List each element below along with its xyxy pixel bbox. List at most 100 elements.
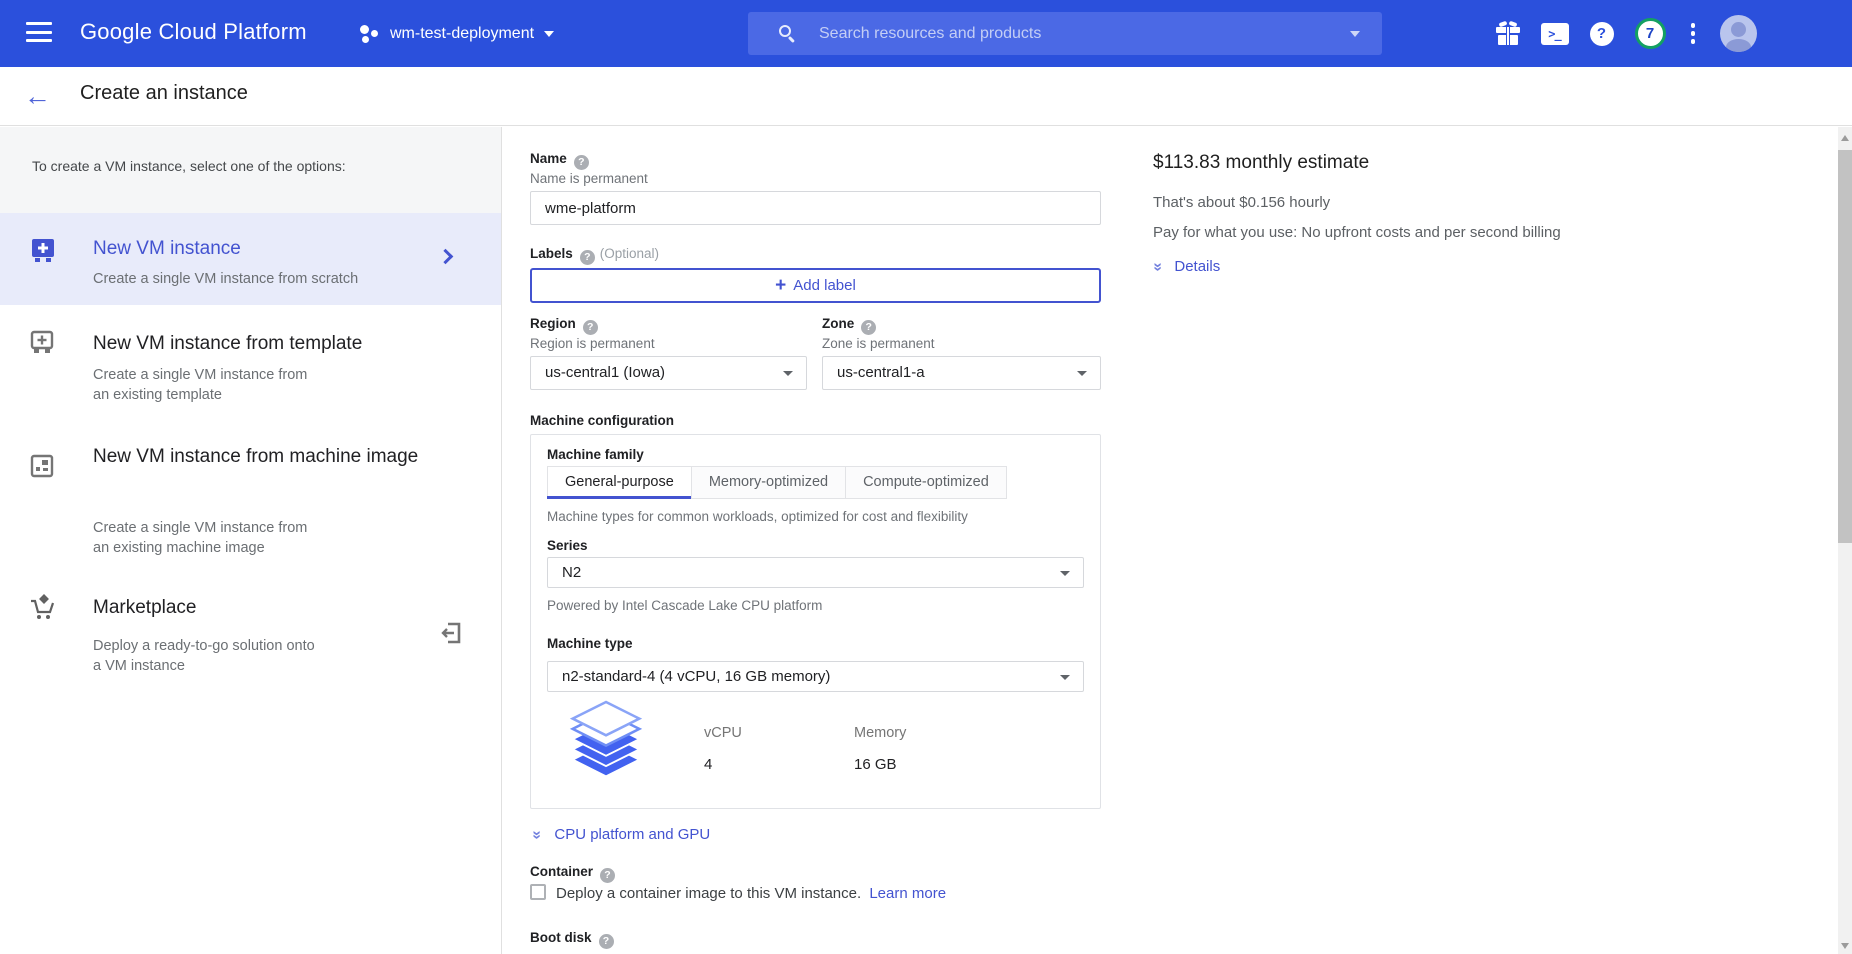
more-vert-icon[interactable] — [1687, 19, 1700, 48]
details-link: Details — [1174, 258, 1220, 275]
expand-chevron-icon: » — [527, 831, 545, 840]
zone-hint: Zone is permanent — [822, 336, 935, 351]
container-checkbox-text: Deploy a container image to this VM inst… — [556, 885, 861, 902]
help-icon[interactable]: ? — [861, 320, 876, 335]
dropdown-caret — [1077, 371, 1087, 376]
machine-type-value: n2-standard-4 (4 vCPU, 16 GB memory) — [562, 668, 830, 685]
machine-type-select[interactable]: n2-standard-4 (4 vCPU, 16 GB memory) — [547, 661, 1084, 692]
help-icon[interactable]: ? — [599, 934, 614, 949]
machine-configuration-card: Machine family General-purpose Memory-op… — [530, 434, 1101, 809]
vm-template-icon — [29, 329, 55, 356]
sidebar-item-title: New VM instance from template — [93, 329, 362, 359]
machine-type-label: Machine type — [547, 636, 633, 651]
sidebar-item-title: New VM instance from machine image — [93, 442, 463, 472]
help-icon[interactable]: ? — [574, 155, 589, 170]
add-label-button[interactable]: + Add label — [530, 268, 1101, 303]
sidebar-item-subtitle: Deploy a ready-to-go solution onto a VM … — [93, 636, 315, 676]
help-icon[interactable]: ? — [583, 320, 598, 335]
name-label: Name — [530, 151, 567, 166]
avatar[interactable] — [1720, 15, 1757, 52]
layers-icon — [565, 699, 647, 787]
search-icon — [779, 25, 797, 43]
container-label-row: Container? — [530, 863, 615, 883]
sidebar-intro: To create a VM instance, select one of t… — [0, 127, 501, 213]
chevron-down-icon — [544, 31, 554, 37]
dropdown-caret — [783, 371, 793, 376]
marketplace-cart-icon — [27, 593, 57, 623]
plus-icon: + — [775, 275, 786, 296]
expand-chevron-icon: » — [1148, 263, 1166, 272]
labels-label-row: Labels? (Optional) — [530, 245, 659, 265]
dropdown-caret — [1060, 571, 1070, 576]
container-text-row: Deploy a container image to this VM inst… — [556, 885, 946, 902]
top-bar: Google Cloud Platform wm-test-deployment… — [0, 0, 1852, 67]
page-header: ← Create an instance — [0, 67, 1852, 126]
sidebar-item-new-vm-from-machine-image[interactable]: New VM instance from machine image Creat… — [0, 425, 501, 580]
sidebar-item-new-vm-instance[interactable]: New VM instance Create a single VM insta… — [0, 213, 501, 305]
help-icon[interactable]: ? — [1590, 22, 1614, 46]
zone-select[interactable]: us-central1-a — [822, 356, 1101, 390]
region-label: Region — [530, 316, 576, 331]
project-selector[interactable]: wm-test-deployment — [358, 16, 554, 52]
sidebar-item-title: Marketplace — [93, 593, 197, 623]
name-input[interactable] — [530, 191, 1101, 225]
scrollbar-down-arrow[interactable] — [1841, 943, 1849, 949]
machine-family-tabs: General-purpose Memory-optimized Compute… — [547, 466, 1007, 499]
memory-value: 16 GB — [854, 756, 897, 773]
estimate-billing-note: Pay for what you use: No upfront costs a… — [1153, 224, 1561, 241]
estimate-hourly: That's about $0.156 hourly — [1153, 194, 1330, 211]
sidebar-item-subtitle: Create a single VM instance from an exis… — [93, 518, 307, 558]
scrollbar[interactable] — [1838, 127, 1852, 954]
project-icon — [358, 23, 380, 45]
name-hint: Name is permanent — [530, 171, 648, 186]
learn-more-link[interactable]: Learn more — [869, 885, 946, 902]
search-dropdown-caret[interactable] — [1350, 31, 1360, 37]
cloud-shell-icon[interactable]: >_ — [1541, 23, 1569, 45]
zone-label: Zone — [822, 316, 854, 331]
search-input[interactable] — [819, 25, 1340, 43]
tab-compute-optimized[interactable]: Compute-optimized — [845, 466, 1007, 499]
labels-label: Labels — [530, 246, 573, 261]
dropdown-caret — [1060, 675, 1070, 680]
page-title: Create an instance — [80, 82, 248, 105]
memory-label: Memory — [854, 725, 906, 741]
gcp-logo[interactable]: Google Cloud Platform — [80, 19, 307, 45]
name-label-row: Name? — [530, 150, 589, 170]
help-icon[interactable]: ? — [600, 868, 615, 883]
sidebar-item-marketplace[interactable]: Marketplace Deploy a ready-to-go solutio… — [0, 580, 501, 700]
sidebar-item-title: New VM instance — [93, 234, 241, 264]
region-select[interactable]: us-central1 (Iowa) — [530, 356, 807, 390]
sidebar-intro-text: To create a VM instance, select one of t… — [32, 158, 346, 174]
sidebar-item-subtitle: Create a single VM instance from scratch — [93, 269, 358, 289]
series-select[interactable]: N2 — [547, 557, 1084, 588]
add-label-text: Add label — [793, 277, 856, 294]
machine-configuration-title: Machine configuration — [530, 413, 674, 428]
vcpu-label: vCPU — [704, 725, 742, 741]
scrollbar-thumb[interactable] — [1838, 150, 1852, 543]
tab-memory-optimized[interactable]: Memory-optimized — [691, 466, 846, 499]
back-arrow[interactable]: ← — [24, 79, 51, 113]
notification-badge[interactable]: 7 — [1635, 18, 1666, 49]
series-label: Series — [547, 538, 588, 553]
cpu-gpu-expander[interactable]: » CPU platform and GPU — [532, 826, 710, 844]
zone-label-row: Zone? — [822, 315, 876, 335]
sidebar-item-new-vm-from-template[interactable]: New VM instance from template Create a s… — [0, 305, 501, 425]
menu-icon[interactable] — [26, 22, 52, 44]
machine-image-icon — [29, 453, 55, 479]
help-icon[interactable]: ? — [580, 250, 595, 265]
machine-family-label: Machine family — [547, 447, 644, 462]
series-hint: Powered by Intel Cascade Lake CPU platfo… — [547, 598, 822, 613]
estimate-details-expander[interactable]: » Details — [1153, 258, 1220, 276]
labels-optional: (Optional) — [600, 246, 659, 261]
boot-disk-label-row: Boot disk? — [530, 929, 614, 949]
sidebar-item-subtitle: Create a single VM instance from an exis… — [93, 365, 307, 405]
tab-general-purpose[interactable]: General-purpose — [547, 466, 692, 499]
boot-disk-label: Boot disk — [530, 930, 592, 945]
search-bar — [748, 12, 1382, 55]
container-checkbox[interactable] — [530, 884, 546, 900]
topbar-icon-group: >_ ? 7 — [1496, 0, 1758, 67]
container-label: Container — [530, 864, 593, 879]
gift-icon[interactable] — [1496, 22, 1520, 45]
scrollbar-up-arrow[interactable] — [1841, 135, 1849, 141]
sidebar: To create a VM instance, select one of t… — [0, 127, 502, 954]
